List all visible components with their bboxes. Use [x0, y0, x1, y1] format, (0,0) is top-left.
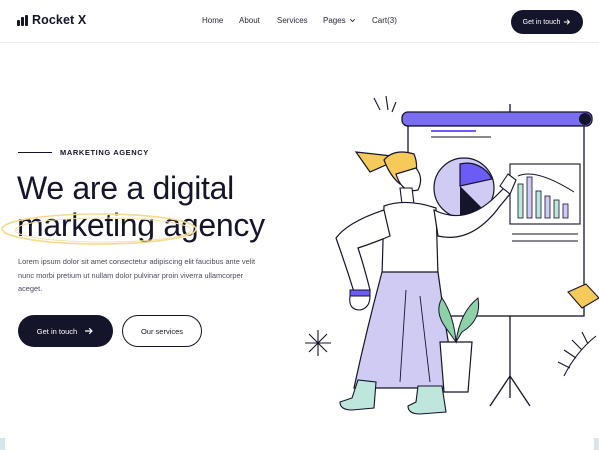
arrow-right-icon	[564, 19, 571, 25]
header-get-in-touch-button[interactable]: Get in touch	[511, 10, 583, 34]
nav-pages[interactable]: Pages	[323, 16, 356, 25]
eyebrow: MARKETING AGENCY	[18, 148, 149, 157]
nav-services[interactable]: Services	[277, 16, 308, 25]
nav-pages-label: Pages	[323, 16, 346, 25]
highlight-swash	[1, 213, 197, 245]
header-cta-label: Get in touch	[522, 18, 561, 26]
site-header: Rocket X Home About Services Pages Cart(…	[0, 0, 599, 43]
nav-about[interactable]: About	[239, 16, 260, 25]
hero-headline: We are a digital marketing agency	[1, 170, 265, 245]
eyebrow-line	[18, 152, 52, 153]
nav-cart[interactable]: Cart(3)	[372, 16, 397, 25]
get-in-touch-button[interactable]: Get in touch	[18, 315, 113, 347]
eyebrow-text: MARKETING AGENCY	[60, 148, 149, 157]
hero-description: Lorem ipsum dolor sit amet consectetur a…	[18, 257, 256, 293]
chevron-down-icon	[349, 18, 355, 23]
headline-line-1: We are a digital	[17, 170, 234, 206]
fern-decoration	[557, 331, 597, 377]
main-nav: Home About Services Pages Cart(3)	[0, 16, 599, 28]
corner-decoration-right	[594, 438, 599, 450]
get-in-touch-label: Get in touch	[36, 326, 78, 336]
arrow-right-icon	[85, 327, 93, 335]
hero-illustration	[305, 95, 599, 415]
corner-decoration-left	[0, 438, 5, 450]
nav-home[interactable]: Home	[202, 16, 223, 25]
our-services-label: Our services	[140, 326, 184, 336]
our-services-button[interactable]: Our services	[122, 315, 202, 347]
